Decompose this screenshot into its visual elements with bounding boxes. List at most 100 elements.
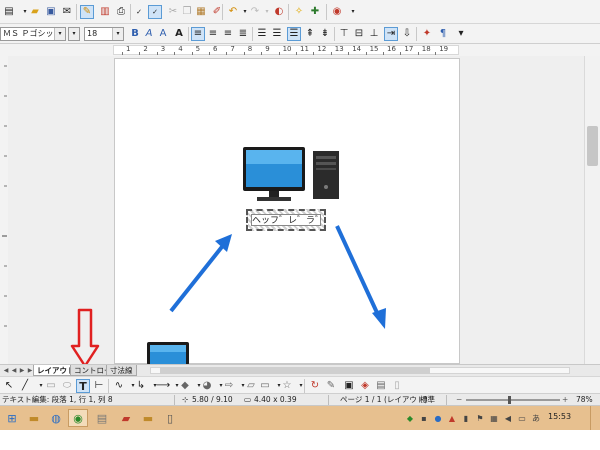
- glue-points-icon[interactable]: ✎: [324, 379, 338, 393]
- standard-toolbar: ▤ ▾ ▰ ▣ ✉ ✎ ▥ ⎙ ✓ ✓ ✂ ❐ ▦ ✐ ↶ ▾ ↷ ▾ ◐ ✧ …: [0, 0, 600, 24]
- status-position: 5.80 / 9.10: [192, 395, 233, 404]
- chevron-down-icon[interactable]: ▾: [69, 28, 79, 40]
- extrusion-icon[interactable]: ▤: [374, 379, 388, 393]
- font-color-icon[interactable]: A: [172, 27, 186, 41]
- rectangle-icon[interactable]: ▭: [44, 379, 58, 393]
- toolbar-options-icon[interactable]: ▾: [346, 5, 360, 19]
- image-icon[interactable]: ▣: [342, 379, 356, 393]
- chevron-down-icon[interactable]: ▾: [54, 28, 65, 40]
- horizontal-scrollbar-thumb[interactable]: [160, 367, 430, 374]
- ruler-tick: [348, 52, 350, 55]
- show-desktop-button[interactable]: [590, 406, 600, 430]
- zoom-slider[interactable]: [466, 399, 560, 401]
- stars-dropdown-icon[interactable]: ▾: [294, 379, 308, 393]
- print-icon[interactable]: ⎙: [114, 5, 128, 19]
- align-middle-icon[interactable]: ⊟: [352, 27, 366, 41]
- app-task-icon[interactable]: ◉: [68, 409, 88, 427]
- line-spacing-2-icon[interactable]: ☰: [287, 27, 301, 41]
- computer-icon[interactable]: [147, 342, 195, 365]
- document-icon[interactable]: ▯: [160, 409, 180, 427]
- arrow-up-right[interactable]: [169, 234, 232, 313]
- open-folder-icon[interactable]: ▰: [28, 5, 42, 19]
- align-left-icon[interactable]: ≡: [191, 27, 205, 41]
- ruler-label: 1: [126, 45, 131, 53]
- paste-icon[interactable]: ▦: [194, 5, 208, 19]
- stars-icon[interactable]: ☆: [280, 379, 294, 393]
- taskbar-clock[interactable]: 15:53: [548, 412, 571, 421]
- ellipse-icon[interactable]: ⬭: [60, 379, 74, 393]
- align-right-icon[interactable]: ≡: [221, 27, 235, 41]
- app-task-icon[interactable]: ▤: [92, 409, 112, 427]
- italic-icon[interactable]: A: [142, 27, 156, 41]
- text-direction-vertical-icon[interactable]: ⇩: [400, 27, 414, 41]
- browser-icon[interactable]: ◍: [46, 409, 66, 427]
- copy-icon[interactable]: ❐: [180, 5, 194, 19]
- chevron-down-icon[interactable]: ▾: [112, 28, 123, 40]
- drawing-page[interactable]: ヘッフ゛レ゛ラ゛: [114, 58, 460, 365]
- font-name-combo[interactable]: ＭＳ Ｐゴシック ▾: [0, 27, 66, 41]
- fontwork-icon[interactable]: ◈: [358, 379, 372, 393]
- folder-icon[interactable]: ▬: [138, 409, 158, 427]
- paragraph-icon[interactable]: ¶: [436, 27, 450, 41]
- callout-icon[interactable]: ▭: [258, 379, 272, 393]
- new-document-icon[interactable]: ▤: [2, 5, 16, 19]
- align-center-icon[interactable]: ≡: [206, 27, 220, 41]
- file-explorer-icon[interactable]: ▬: [24, 409, 44, 427]
- separator: [188, 27, 189, 41]
- connector-icon[interactable]: ↳: [134, 379, 148, 393]
- autospellcheck-icon[interactable]: ✓: [148, 5, 162, 19]
- rotate-icon[interactable]: ↻: [308, 379, 322, 393]
- navigator-icon[interactable]: ✧: [292, 5, 306, 19]
- arrow-down-right[interactable]: [335, 225, 386, 329]
- chart-icon[interactable]: ◐: [272, 5, 286, 19]
- justify-icon[interactable]: ≣: [236, 27, 250, 41]
- scrollbar-thumb[interactable]: [587, 126, 598, 166]
- edit-mode-icon[interactable]: ✎: [80, 5, 94, 19]
- help-icon[interactable]: ◉: [330, 5, 344, 19]
- flowchart-icon[interactable]: ▱: [244, 379, 258, 393]
- line-arrow-icon[interactable]: ⟶: [156, 379, 170, 393]
- ruler-tick: [243, 52, 245, 55]
- dimension-line-icon[interactable]: ⊢: [92, 379, 106, 393]
- line-spacing-15-icon[interactable]: ☰: [270, 27, 284, 41]
- pdf-reader-icon[interactable]: ▰: [116, 409, 136, 427]
- zoom-in-icon[interactable]: +: [562, 394, 568, 406]
- curve-icon[interactable]: ∿: [112, 379, 126, 393]
- character-icon[interactable]: ✦: [420, 27, 434, 41]
- start-icon[interactable]: ⊞: [2, 409, 22, 427]
- ruler-tick: [435, 52, 437, 55]
- ime-icon[interactable]: あ: [526, 409, 546, 427]
- block-arrows-icon[interactable]: ⇨: [222, 379, 236, 393]
- line-icon[interactable]: ╱: [18, 379, 32, 393]
- spellcheck-icon[interactable]: ✓: [132, 5, 146, 19]
- increase-spacing-icon[interactable]: ⇞: [303, 27, 317, 41]
- next-tab-icon[interactable]: ▶: [18, 366, 26, 375]
- text-direction-horizontal-icon[interactable]: ⇥: [384, 27, 398, 41]
- save-icon[interactable]: ▣: [44, 5, 58, 19]
- cut-icon[interactable]: ✂: [166, 5, 180, 19]
- toolbar-options-icon[interactable]: ▯: [390, 379, 404, 393]
- text-tool-icon[interactable]: T: [76, 379, 90, 393]
- font-name-dropdown[interactable]: ▾: [68, 27, 80, 41]
- export-pdf-icon[interactable]: ▥: [98, 5, 112, 19]
- zoom-slider-handle[interactable]: [508, 396, 511, 404]
- font-size-combo[interactable]: 18 ▾: [84, 27, 124, 41]
- select-icon[interactable]: ↖: [2, 379, 16, 393]
- zoom-out-icon[interactable]: −: [456, 394, 462, 406]
- first-tab-icon[interactable]: ◀: [2, 366, 10, 375]
- gallery-icon[interactable]: ✚: [308, 5, 322, 19]
- vertical-scrollbar[interactable]: [584, 56, 600, 364]
- line-spacing-1-icon[interactable]: ☰: [255, 27, 269, 41]
- toolbar-options-icon[interactable]: ▾: [454, 27, 468, 41]
- email-icon[interactable]: ✉: [60, 5, 74, 19]
- decrease-spacing-icon[interactable]: ⇟: [318, 27, 332, 41]
- prev-tab-icon[interactable]: ◀: [10, 366, 18, 375]
- underline-icon[interactable]: A: [156, 27, 170, 41]
- drawing-workspace[interactable]: ヘッフ゛レ゛ラ゛: [8, 56, 584, 368]
- align-bottom-icon[interactable]: ⊥: [367, 27, 381, 41]
- basic-shapes-icon[interactable]: ◆: [178, 379, 192, 393]
- symbol-shapes-icon[interactable]: ◕: [200, 379, 214, 393]
- tab-dimension-lines[interactable]: 寸法線: [106, 365, 137, 376]
- align-top-icon[interactable]: ⊤: [337, 27, 351, 41]
- bold-icon[interactable]: B: [128, 27, 142, 41]
